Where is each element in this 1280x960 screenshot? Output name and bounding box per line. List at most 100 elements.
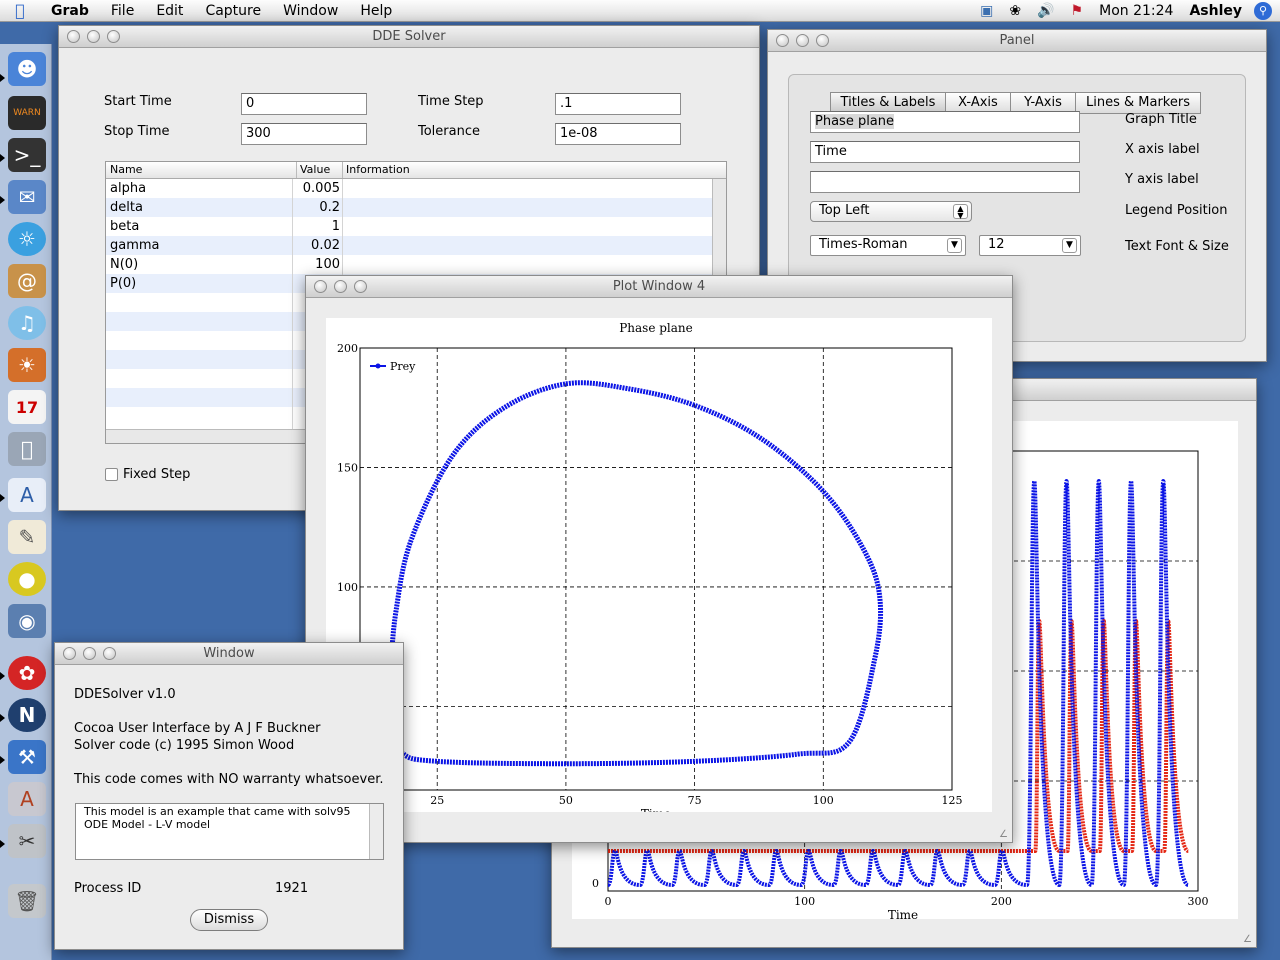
font-combo[interactable]: Times-Roman ▼: [810, 235, 966, 256]
network-icon[interactable]: ▣: [972, 3, 1001, 19]
note-scrollbar[interactable]: [369, 804, 383, 859]
font-size-combo[interactable]: 12 ▼: [979, 235, 1081, 256]
chevron-down-icon[interactable]: ▼: [1062, 238, 1077, 253]
minimize-button-icon[interactable]: [796, 34, 809, 47]
minimize-button-icon[interactable]: [83, 647, 96, 660]
column-header-value[interactable]: Value: [296, 162, 330, 178]
zoom-button-icon[interactable]: [816, 34, 829, 47]
panel-titlebar[interactable]: Panel: [768, 30, 1266, 52]
minimize-button-icon[interactable]: [87, 30, 100, 43]
x-axis-label-label: X axis label: [1125, 142, 1200, 157]
zoom-button-icon[interactable]: [107, 30, 120, 43]
plot4-titlebar[interactable]: Plot Window 4: [306, 276, 1012, 298]
flag-icon[interactable]: ⚑: [1063, 3, 1092, 19]
x-tick-label: 0: [605, 895, 612, 908]
dde-solver-titlebar[interactable]: DDE Solver: [59, 26, 759, 48]
stop-time-field[interactable]: 300: [241, 123, 367, 145]
address-book-icon[interactable]: @: [8, 264, 46, 298]
minimize-button-icon[interactable]: [334, 280, 347, 293]
menu-window[interactable]: Window: [272, 3, 349, 19]
volume-icon[interactable]: 🔊: [1029, 3, 1062, 19]
x-axis-label-field[interactable]: Time: [810, 141, 1080, 163]
x-tick-label: 100: [813, 794, 834, 807]
tab-lines-markers[interactable]: Lines & Markers: [1075, 92, 1201, 114]
legend-position-popup[interactable]: Top Left ▲ ▼: [810, 201, 972, 222]
menu-edit[interactable]: Edit: [145, 3, 194, 19]
y-tick-label: 200: [337, 342, 358, 355]
dock-running-indicator: [0, 494, 5, 502]
netscape-icon[interactable]: N: [8, 698, 46, 732]
table-header: Name Value Information: [106, 162, 726, 179]
param-value: 0.02: [311, 238, 340, 253]
column-header-name[interactable]: Name: [110, 162, 142, 178]
menu-app[interactable]: Grab: [40, 3, 100, 19]
column-header-information[interactable]: Information: [342, 162, 410, 178]
preview-icon[interactable]: ✎: [8, 520, 46, 554]
start-time-field[interactable]: 0: [241, 93, 367, 115]
clock[interactable]: Mon 21:24: [1091, 3, 1181, 19]
table-row[interactable]: beta 1: [106, 217, 712, 236]
resize-grip-icon[interactable]: ∠: [999, 829, 1008, 840]
y-axis-label-label: Y axis label: [1125, 172, 1199, 187]
menu-file[interactable]: File: [100, 3, 145, 19]
dock-running-indicator: [0, 154, 5, 162]
dismiss-button[interactable]: Dismiss: [190, 909, 268, 931]
textedit-icon[interactable]: A: [8, 478, 46, 512]
plot-frame: [359, 347, 953, 791]
x-tick-label: 100: [794, 895, 815, 908]
resize-grip-icon[interactable]: ∠: [1243, 934, 1252, 945]
y-axis-label-field[interactable]: [810, 171, 1080, 193]
table-row[interactable]: alpha 0.005: [106, 179, 712, 198]
interface-builder-icon[interactable]: A: [8, 782, 46, 816]
close-button-icon[interactable]: [314, 280, 327, 293]
mail-icon[interactable]: ✉: [8, 180, 46, 214]
zoom-button-icon[interactable]: [103, 647, 116, 660]
column-divider: [292, 179, 293, 429]
close-button-icon[interactable]: [67, 30, 80, 43]
spotlight-icon[interactable]: ⚲: [1254, 2, 1272, 20]
paw-icon[interactable]: ❀: [1001, 3, 1029, 19]
ical-icon[interactable]: 17: [8, 390, 46, 424]
close-button-icon[interactable]: [776, 34, 789, 47]
legend-position-value: Top Left: [819, 203, 870, 218]
time-step-field[interactable]: .1: [555, 93, 681, 115]
table-row[interactable]: gamma 0.02: [106, 236, 712, 255]
x-tick-label: 300: [1188, 895, 1209, 908]
zoom-button-icon[interactable]: [354, 280, 367, 293]
param-name: N(0): [110, 257, 139, 272]
raspberry-icon[interactable]: ✿: [8, 656, 46, 690]
grab-icon[interactable]: ◉: [8, 604, 46, 638]
param-value: 1: [331, 219, 340, 234]
table-row[interactable]: delta 0.2: [106, 198, 712, 217]
dock-running-indicator: [0, 756, 5, 764]
console-icon[interactable]: WARN: [8, 96, 46, 130]
table-row[interactable]: N(0) 100: [106, 255, 712, 274]
close-button-icon[interactable]: [63, 647, 76, 660]
font-size-value: 12: [988, 237, 1005, 252]
finder-icon[interactable]: ☻: [8, 52, 46, 86]
terminal-icon[interactable]: >_: [8, 138, 46, 172]
legend-position-label: Legend Position: [1125, 203, 1228, 218]
chevron-down-icon[interactable]: ▼: [947, 238, 962, 253]
itunes-icon[interactable]: ♫: [8, 306, 46, 340]
credits-ui-text: Cocoa User Interface by A J F Buckner: [74, 721, 321, 736]
param-value: 100: [315, 257, 340, 272]
model-note-textview[interactable]: This model is an example that came with …: [75, 803, 384, 860]
graph-title-field[interactable]: Phase plane: [810, 111, 1080, 133]
menu-help[interactable]: Help: [349, 3, 403, 19]
window-title: Window: [203, 646, 255, 661]
menu-capture[interactable]: Capture: [194, 3, 272, 19]
tolerance-field[interactable]: 1e-08: [555, 123, 681, 145]
user-name[interactable]: Ashley: [1181, 3, 1250, 19]
globe-icon[interactable]: ●: [8, 562, 46, 596]
safari-icon[interactable]: ☼: [8, 222, 46, 256]
trash-icon[interactable]: 🗑: [8, 884, 46, 918]
iphoto-icon[interactable]: ☀: [8, 348, 46, 382]
system-preferences-icon[interactable]: : [8, 432, 46, 466]
y-tick-label: 150: [337, 461, 358, 474]
apple-menu-icon[interactable]: : [0, 1, 40, 20]
about-titlebar[interactable]: Window: [55, 643, 403, 665]
fixed-step-checkbox[interactable]: [105, 468, 118, 481]
xcode-icon[interactable]: ⚒: [8, 740, 46, 774]
scissors-icon[interactable]: ✂: [8, 824, 46, 858]
